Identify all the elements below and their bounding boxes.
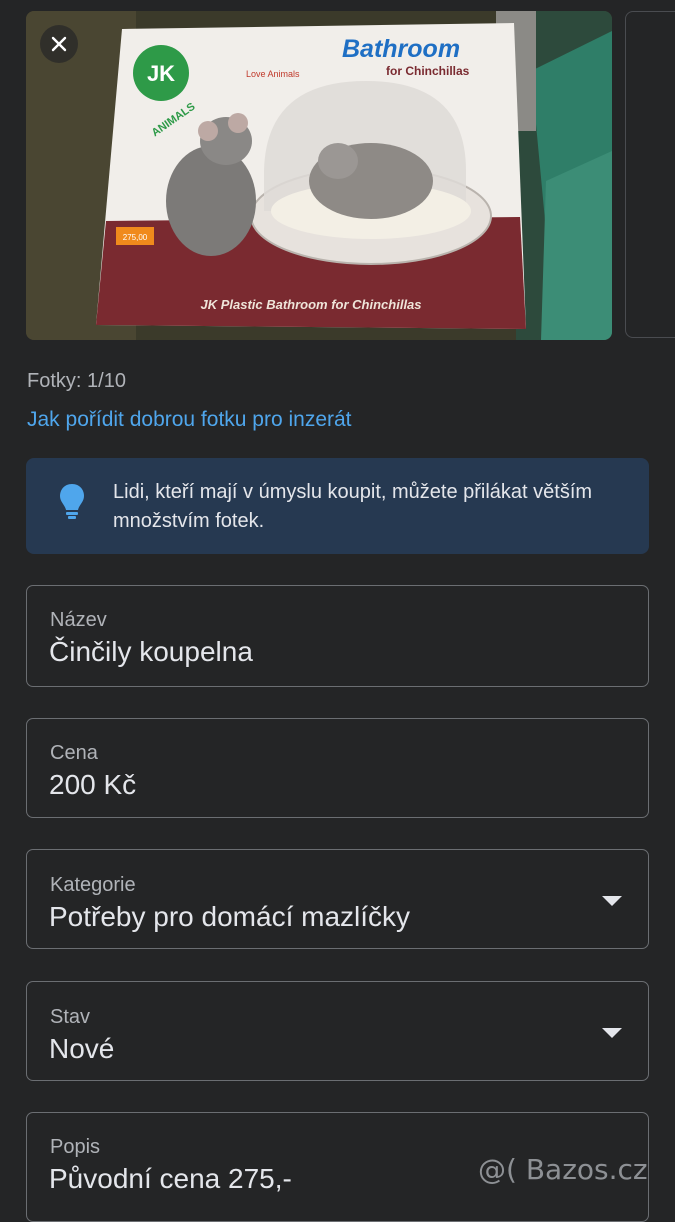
description-field-value[interactable]: Původní cena 275,- — [49, 1163, 292, 1195]
photo-carousel[interactable]: JK ANIMALS Love Animals Bathroom for Chi… — [26, 11, 675, 340]
photo-tip-banner: Lidi, kteří mají v úmyslu koupit, můžete… — [26, 458, 649, 554]
box-title: Bathroom — [342, 35, 460, 63]
title-field-label: Název — [50, 609, 107, 631]
product-box-image: JK ANIMALS Love Animals Bathroom for Chi… — [26, 11, 612, 340]
box-logo: JK — [147, 61, 175, 86]
condition-select-value[interactable]: Nové — [49, 1033, 114, 1065]
chevron-down-icon[interactable] — [602, 1028, 622, 1038]
condition-select-label: Stav — [50, 1006, 91, 1028]
box-subtitle: for Chinchillas — [386, 64, 470, 78]
bazos-watermark: @( Bazos.cz — [478, 1153, 648, 1186]
box-love-badge: Love Animals — [246, 69, 300, 79]
box-footer: JK Plastic Bathroom for Chinchillas — [200, 297, 421, 312]
close-photo-button[interactable] — [40, 25, 78, 63]
price-field-value[interactable]: 200 Kč — [49, 769, 136, 801]
photo-counter: Fotky: 1/10 — [27, 370, 126, 392]
box-price-sticker: 275,00 — [123, 233, 148, 242]
category-select[interactable]: Kategorie Potřeby pro domácí mazlíčky — [26, 849, 649, 949]
close-icon — [51, 36, 67, 52]
description-field-label: Popis — [50, 1136, 101, 1158]
title-field[interactable]: Název Činčily koupelna — [26, 585, 649, 687]
photo-tip-text: Lidi, kteří mají v úmyslu koupit, můžete… — [113, 481, 593, 532]
price-field[interactable]: Cena 200 Kč — [26, 718, 649, 818]
category-select-label: Kategorie — [50, 874, 136, 896]
category-select-value[interactable]: Potřeby pro domácí mazlíčky — [49, 901, 410, 933]
listing-photo[interactable]: JK ANIMALS Love Animals Bathroom for Chi… — [26, 11, 612, 340]
photo-help-link[interactable]: Jak pořídit dobrou fotku pro inzerát — [27, 408, 352, 432]
condition-select[interactable]: Stav Nové — [26, 981, 649, 1081]
chevron-down-icon[interactable] — [602, 896, 622, 906]
next-photo-thumbnail[interactable] — [625, 11, 675, 338]
lightbulb-icon — [60, 484, 84, 519]
price-field-label: Cena — [50, 742, 98, 764]
title-field-value[interactable]: Činčily koupelna — [49, 636, 253, 668]
